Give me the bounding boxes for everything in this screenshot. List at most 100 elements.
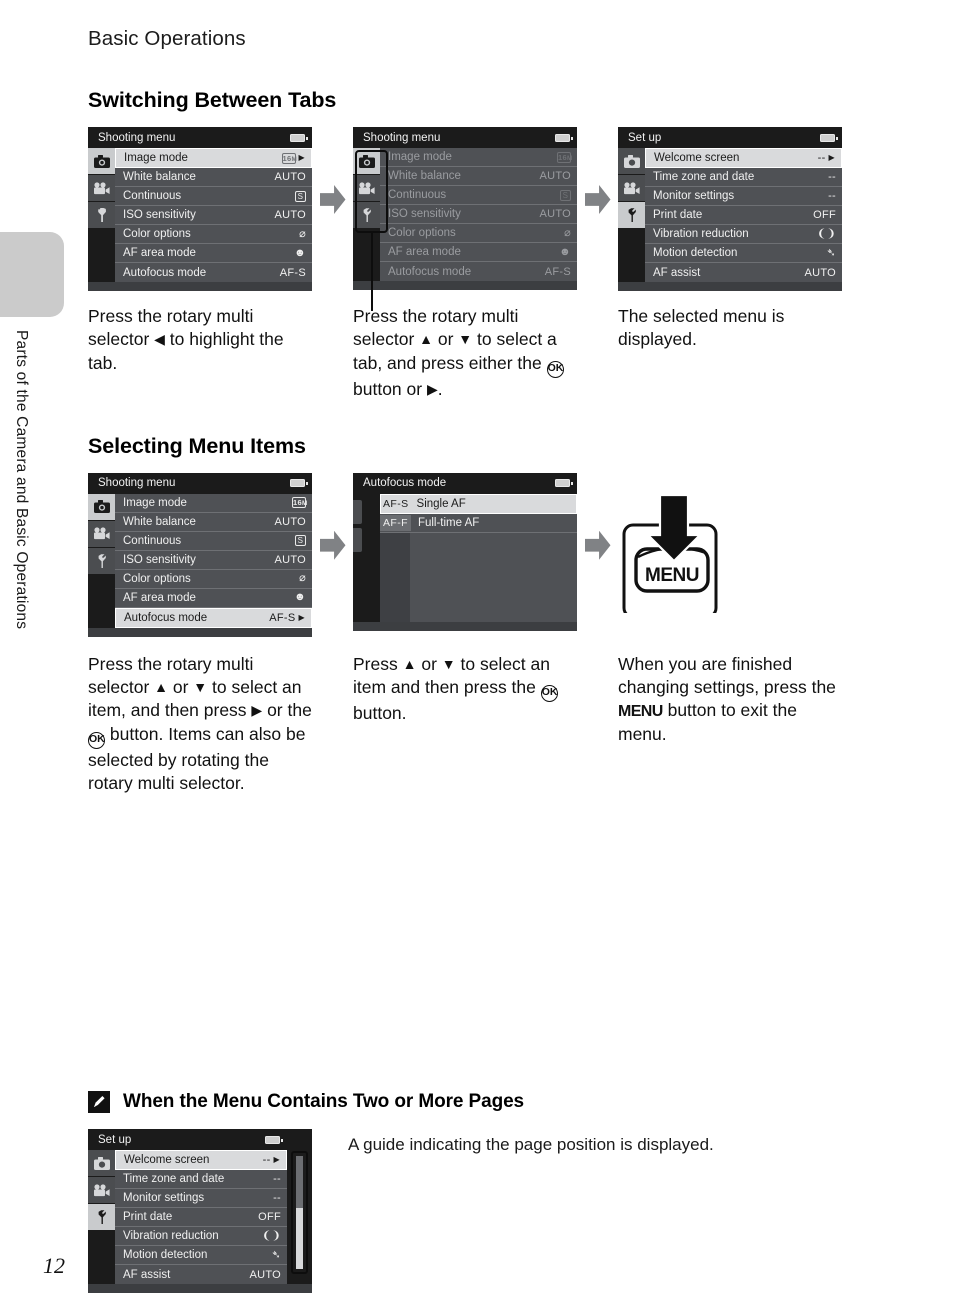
- page-position-scrollbar-thumb[interactable]: [296, 1156, 303, 1209]
- arrow-right-icon: [584, 185, 611, 214]
- tab-movie-icon[interactable]: [353, 175, 380, 201]
- camera-screen-setup-menu[interactable]: Set up Welcome screen -- ▶ Time zone and…: [618, 127, 842, 291]
- screen-titlebar: Set up: [88, 1129, 312, 1151]
- row-label: Image mode: [388, 151, 452, 163]
- menu-row-white-balance[interactable]: White balance AUTO: [115, 512, 312, 532]
- tab-camera-icon[interactable]: [353, 148, 380, 174]
- tab-camera-icon[interactable]: [88, 148, 115, 174]
- tab-camera-icon[interactable]: [88, 1150, 115, 1177]
- tab-column[interactable]: [88, 148, 115, 282]
- row-label: Print date: [123, 1211, 173, 1224]
- tab-column[interactable]: [88, 493, 115, 628]
- caption-step-3: The selected menu is displayed.: [618, 306, 785, 350]
- camera-screen-shooting-menu-3[interactable]: Shooting menu Image mode 16M White balan…: [88, 472, 312, 637]
- battery-icon: [555, 133, 573, 142]
- menu-row-af-area-mode[interactable]: AF area mode ☻: [115, 244, 312, 263]
- row-label: White balance: [123, 171, 196, 183]
- tab-setup-wrench-icon[interactable]: [88, 1204, 115, 1231]
- camera-screen-shooting-menu-2[interactable]: Shooting menu Image mode 16M White balan…: [353, 127, 577, 311]
- menu-rows[interactable]: Welcome screen -- ▶ Time zone and date --…: [115, 1150, 287, 1285]
- tab-camera-icon[interactable]: [88, 493, 115, 520]
- row-value: AUTO: [274, 515, 306, 528]
- option-list[interactable]: AF-S Single AF AF-F Full-time AF: [380, 493, 577, 622]
- camera-screen-setup-menu-paged[interactable]: Set up Welcome screen -- ▶ Time zone and…: [88, 1129, 312, 1294]
- menu-row-motion-detection[interactable]: Motion detection ➴: [645, 244, 842, 263]
- menu-row-autofocus-mode[interactable]: Autofocus mode AF-S: [380, 262, 577, 281]
- tab-movie-icon[interactable]: [88, 175, 115, 201]
- right-triangle-icon: ▶: [426, 380, 438, 397]
- option-full-time-af[interactable]: AF-F Full-time AF: [380, 513, 577, 533]
- row-label: ISO sensitivity: [388, 208, 461, 220]
- row-label: Continuous: [123, 190, 182, 202]
- menu-row-time-zone-and-date[interactable]: Time zone and date --: [115, 1170, 287, 1190]
- running-head: Basic Operations: [88, 27, 246, 50]
- image-size-16m-icon: 16M: [292, 497, 308, 509]
- row-label: Color options: [123, 228, 191, 240]
- row-label: Image mode: [123, 496, 187, 509]
- menu-row-continuous[interactable]: Continuous S: [115, 187, 312, 206]
- menu-row-iso-sensitivity[interactable]: ISO sensitivity AUTO: [115, 206, 312, 225]
- menu-row-monitor-settings[interactable]: Monitor settings --: [645, 187, 842, 206]
- caption-text: button or: [353, 378, 427, 399]
- menu-row-vibration-reduction[interactable]: Vibration reduction ❨❩: [645, 225, 842, 244]
- tab-movie-icon[interactable]: [88, 1177, 115, 1204]
- screen-footer: [88, 1284, 312, 1294]
- menu-row-af-assist[interactable]: AF assist AUTO: [645, 263, 842, 282]
- camera-screen-autofocus-mode[interactable]: Autofocus mode AF-S Single AF AF-F Full-…: [353, 472, 577, 631]
- menu-row-af-area-mode[interactable]: AF area mode ☻: [115, 588, 312, 608]
- option-list-empty-area: [380, 532, 577, 622]
- row-label: White balance: [388, 170, 461, 182]
- row-label: Color options: [388, 227, 456, 239]
- menu-rows[interactable]: Welcome screen -- ▶ Time zone and date --…: [645, 148, 842, 282]
- menu-row-image-mode[interactable]: Image mode 16M: [115, 493, 312, 513]
- tab-column[interactable]: [88, 1150, 115, 1285]
- tab-camera-icon[interactable]: [618, 148, 645, 174]
- menu-row-white-balance[interactable]: White balance AUTO: [380, 167, 577, 186]
- tab-setup-wrench-icon[interactable]: [618, 202, 645, 228]
- tab-setup-wrench-icon[interactable]: [88, 202, 115, 228]
- menu-row-image-mode[interactable]: Image mode 16M: [380, 148, 577, 167]
- menu-row-image-mode[interactable]: Image mode 16M ▶: [115, 148, 312, 168]
- menu-row-color-options[interactable]: Color options ⌀: [115, 225, 312, 244]
- menu-row-white-balance[interactable]: White balance AUTO: [115, 168, 312, 187]
- menu-row-welcome-screen[interactable]: Welcome screen -- ▶: [645, 148, 842, 168]
- menu-row-print-date[interactable]: Print date OFF: [645, 206, 842, 225]
- option-badge: AF-F: [380, 514, 411, 531]
- motion-detection-icon: ➴: [271, 1248, 281, 1261]
- menu-row-monitor-settings[interactable]: Monitor settings --: [115, 1189, 287, 1209]
- tab-column-callout-leader: [371, 233, 374, 311]
- tab-setup-wrench-icon[interactable]: [88, 547, 115, 574]
- menu-row-autofocus-mode[interactable]: Autofocus mode AF-S ▶: [115, 607, 312, 628]
- tab-setup-wrench-icon[interactable]: [353, 202, 380, 228]
- menu-rows[interactable]: Image mode 16M ▶ White balance AUTO Conti…: [115, 148, 312, 282]
- menu-rows[interactable]: Image mode 16M White balance AUTO Contin…: [380, 148, 577, 281]
- image-size-16m-icon: 16M: [281, 152, 298, 164]
- menu-rows[interactable]: Image mode 16M White balance AUTO Contin…: [115, 493, 312, 628]
- menu-row-motion-detection[interactable]: Motion detection ➴: [115, 1246, 287, 1266]
- tab-movie-icon[interactable]: [618, 175, 645, 201]
- menu-row-welcome-screen[interactable]: Welcome screen -- ▶: [115, 1150, 287, 1171]
- menu-row-continuous[interactable]: Continuous S: [380, 186, 577, 205]
- menu-row-color-options[interactable]: Color options ⌀: [380, 224, 577, 243]
- menu-row-af-assist[interactable]: AF assist AUTO: [115, 1265, 287, 1285]
- menu-row-time-zone-and-date[interactable]: Time zone and date --: [645, 168, 842, 187]
- menu-row-vibration-reduction[interactable]: Vibration reduction ❨❩: [115, 1227, 287, 1247]
- menu-row-color-options[interactable]: Color options ⌀: [115, 569, 312, 589]
- menu-row-print-date[interactable]: Print date OFF: [115, 1208, 287, 1228]
- row-label: White balance: [123, 515, 196, 528]
- tab-column[interactable]: [618, 148, 645, 282]
- row-value: AUTO: [249, 1268, 281, 1281]
- camera-screen-shooting-menu-1[interactable]: Shooting menu Image mode 16M ▶ White bal…: [88, 127, 312, 291]
- tab-movie-icon[interactable]: [88, 520, 115, 547]
- menu-row-continuous[interactable]: Continuous S: [115, 531, 312, 551]
- menu-row-iso-sensitivity[interactable]: ISO sensitivity AUTO: [115, 550, 312, 570]
- menu-row-autofocus-mode[interactable]: Autofocus mode AF-S: [115, 263, 312, 282]
- caption-text: When you are finished changing settings,…: [618, 653, 836, 698]
- tab-column-highlighted[interactable]: [353, 148, 380, 281]
- switching-tabs-screens: Shooting menu Image mode 16M ▶ White bal…: [88, 127, 888, 311]
- arrow-right-icon: [319, 530, 346, 560]
- menu-row-iso-sensitivity[interactable]: ISO sensitivity AUTO: [380, 205, 577, 224]
- menu-row-af-area-mode[interactable]: AF area mode ☻: [380, 243, 577, 262]
- option-single-af[interactable]: AF-S Single AF: [380, 493, 577, 514]
- row-label: Print date: [653, 209, 703, 221]
